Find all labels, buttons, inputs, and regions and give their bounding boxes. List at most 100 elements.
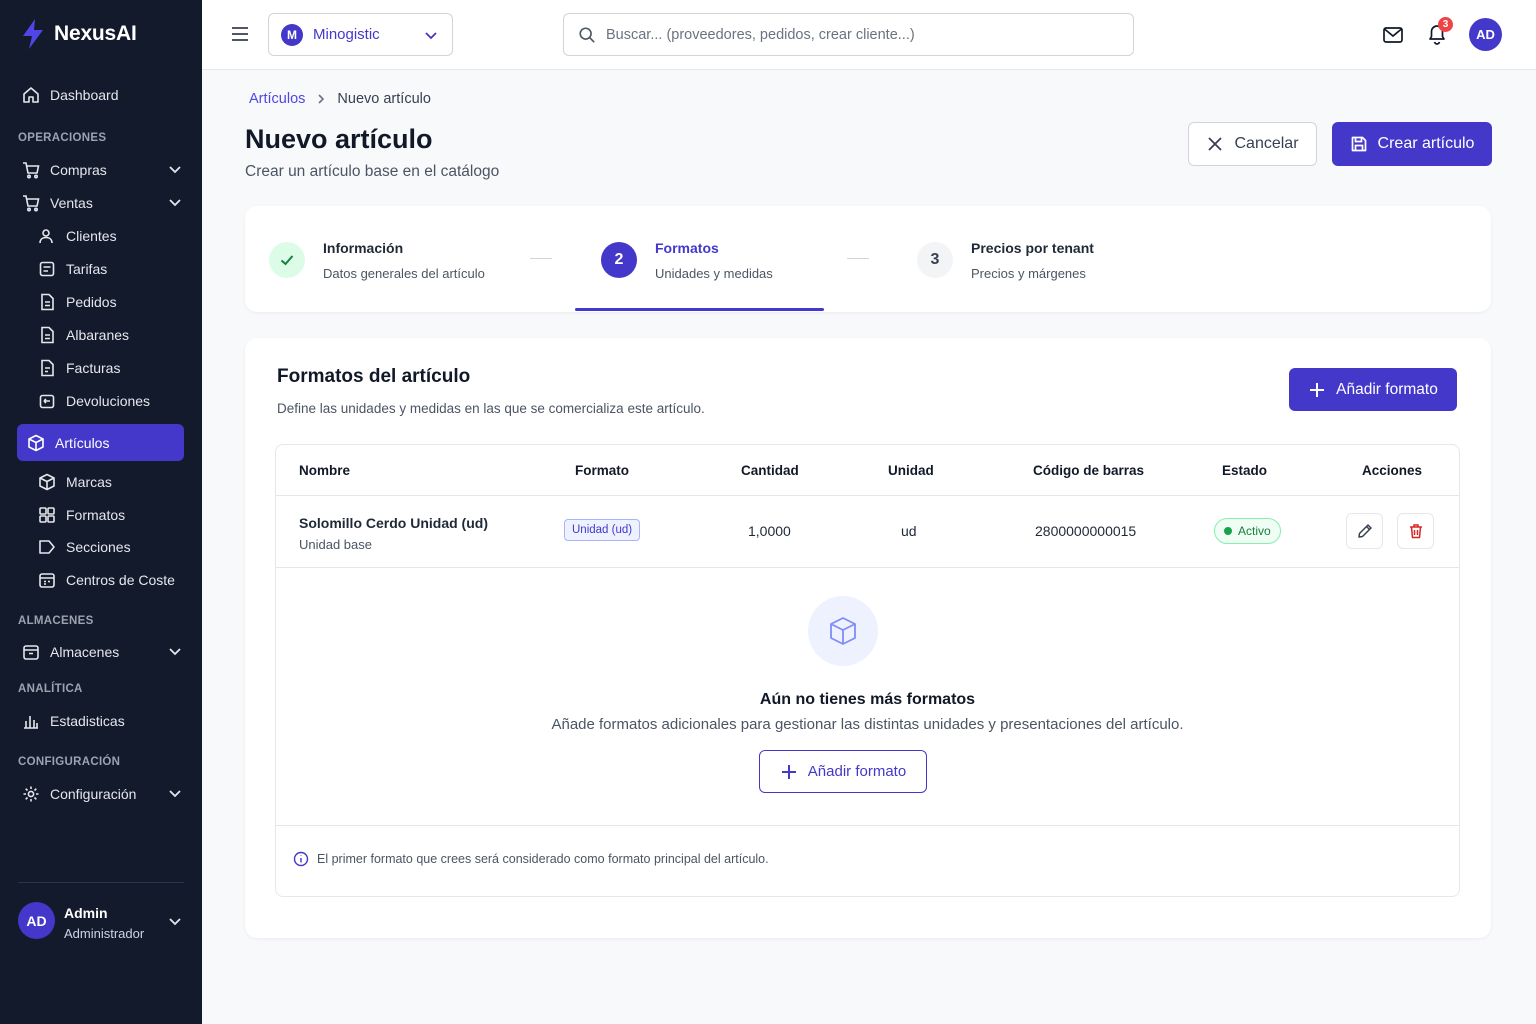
cart-icon xyxy=(22,161,40,179)
sidebar-item-albaranes[interactable]: Albaranes xyxy=(34,317,184,353)
calendar-icon xyxy=(38,571,56,589)
sidebar-item-facturas[interactable]: Facturas xyxy=(34,350,184,386)
column-header: Acciones xyxy=(1362,463,1423,478)
lightning-logo-icon xyxy=(20,18,46,50)
plus-icon xyxy=(780,763,798,781)
active-step-indicator xyxy=(575,308,824,311)
delete-button[interactable] xyxy=(1397,513,1434,549)
sidebar-item-dashboard[interactable]: Dashboard xyxy=(18,77,184,113)
sidebar-item-almacenes[interactable]: Almacenes xyxy=(18,634,184,670)
sidebar-item-label: Formatos xyxy=(66,507,126,523)
box-icon xyxy=(27,434,45,452)
add-format-button[interactable]: Añadir formato xyxy=(1289,368,1457,411)
chevron-right-icon xyxy=(315,90,327,108)
box-icon xyxy=(38,473,56,491)
grid-icon xyxy=(38,506,56,524)
step-number: 2 xyxy=(601,242,637,278)
search-input[interactable] xyxy=(606,26,1106,43)
sidebar-item-clientes[interactable]: Clientes xyxy=(34,218,184,254)
empty-state-title: Aún no tienes más formatos xyxy=(759,691,976,708)
invoice-icon xyxy=(38,359,56,377)
warehouse-icon xyxy=(22,643,40,661)
chevron-down-icon xyxy=(424,28,438,47)
mail-icon[interactable] xyxy=(1382,24,1404,51)
divider xyxy=(276,825,1459,826)
sidebar-item-tarifas[interactable]: Tarifas xyxy=(34,251,184,287)
sidebar-item-compras[interactable]: Compras xyxy=(18,152,184,188)
sidebar-item-label: Compras xyxy=(50,162,107,178)
format-barcode: 2800000000015 xyxy=(1035,523,1137,539)
user-menu[interactable]: AD Admin Administrador xyxy=(18,901,184,941)
sidebar-item-devoluciones[interactable]: Devoluciones xyxy=(34,383,184,419)
step-desc: Unidades y medidas xyxy=(655,265,773,281)
hamburger-menu-icon[interactable] xyxy=(230,24,250,49)
search-box xyxy=(563,13,1134,56)
step-title: Precios por tenant xyxy=(971,239,1094,256)
document-icon xyxy=(38,326,56,344)
cancel-button[interactable]: Cancelar xyxy=(1188,122,1317,166)
tenant-selector[interactable]: M Minogistic xyxy=(268,13,453,56)
price-list-icon xyxy=(38,260,56,278)
sidebar-item-secciones[interactable]: Secciones xyxy=(34,529,184,565)
section-almacenes: ALMACENES xyxy=(18,615,94,627)
section-title: Formatos del artículo xyxy=(277,366,471,387)
gear-icon xyxy=(22,785,40,803)
create-article-button[interactable]: Crear artículo xyxy=(1332,122,1492,166)
formats-card: Formatos del artículo Define las unidade… xyxy=(245,338,1491,938)
sidebar-item-label: Marcas xyxy=(66,474,112,490)
return-icon xyxy=(38,392,56,410)
avatar[interactable]: AD xyxy=(1469,18,1502,51)
page-subtitle: Crear un artículo base en el catálogo xyxy=(245,163,500,180)
sidebar-item-label: Configuración xyxy=(50,786,137,802)
sidebar-item-label: Almacenes xyxy=(50,644,120,660)
step-formatos[interactable]: 2 Formatos Unidades y medidas xyxy=(601,239,773,281)
step-number: 3 xyxy=(917,242,953,278)
sidebar-item-label: Devoluciones xyxy=(66,393,151,409)
sidebar-item-pedidos[interactable]: Pedidos xyxy=(34,284,184,320)
sidebar-item-label: Albaranes xyxy=(66,327,130,343)
chevron-down-icon xyxy=(168,644,182,661)
sidebar-item-estadisticas[interactable]: Estadisticas xyxy=(18,703,184,739)
home-icon xyxy=(22,86,40,104)
table-row[interactable]: Solomillo Cerdo Unidad (ud) Unidad base … xyxy=(276,496,1459,568)
status-label: Activo xyxy=(1238,524,1271,538)
cancel-button-label: Cancelar xyxy=(1234,135,1299,152)
sidebar-item-label: Clientes xyxy=(66,228,117,244)
bar-chart-icon xyxy=(22,712,40,730)
add-format-label: Añadir formato xyxy=(807,763,907,780)
sidebar-item-label: Dashboard xyxy=(50,87,119,103)
sidebar-item-label: Tarifas xyxy=(66,261,108,277)
table-header: Nombre Formato Cantidad Unidad Código de… xyxy=(276,445,1459,496)
breadcrumb: Artículos Nuevo artículo xyxy=(249,90,431,108)
box-icon xyxy=(808,596,878,666)
step-precios[interactable]: 3 Precios por tenant Precios y márgenes xyxy=(917,239,1094,281)
save-icon xyxy=(1350,135,1368,153)
sidebar-item-formatos[interactable]: Formatos xyxy=(34,497,184,533)
edit-button[interactable] xyxy=(1346,513,1383,549)
breadcrumb-current: Nuevo artículo xyxy=(337,91,431,107)
chevron-down-icon xyxy=(168,162,182,179)
section-analitica: ANALÍTICA xyxy=(18,683,83,695)
info-note: El primer formato que crees será conside… xyxy=(293,851,769,867)
step-informacion[interactable]: Información Datos generales del artículo xyxy=(269,240,485,281)
step-title: Formatos xyxy=(655,239,719,256)
sidebar-item-label: Pedidos xyxy=(66,294,117,310)
sidebar-item-configuracion[interactable]: Configuración xyxy=(18,776,184,812)
format-quantity: 1,0000 xyxy=(748,523,791,539)
sidebar-item-articulos[interactable]: Artículos xyxy=(17,424,184,461)
column-header: Cantidad xyxy=(741,463,799,478)
column-header: Unidad xyxy=(888,463,934,478)
brand[interactable]: NexusAI xyxy=(20,18,137,50)
sidebar-item-marcas[interactable]: Marcas xyxy=(34,464,184,500)
tenant-name: Minogistic xyxy=(313,26,380,43)
search-icon xyxy=(578,26,596,44)
breadcrumb-link-articulos[interactable]: Artículos xyxy=(249,91,305,107)
add-format-button-secondary[interactable]: Añadir formato xyxy=(759,750,927,793)
sidebar-item-ventas[interactable]: Ventas xyxy=(18,185,184,221)
formats-table: Nombre Formato Cantidad Unidad Código de… xyxy=(275,444,1460,897)
document-icon xyxy=(38,293,56,311)
stepper: Información Datos generales del artículo… xyxy=(245,206,1491,312)
format-name: Solomillo Cerdo Unidad (ud) xyxy=(299,515,488,531)
sidebar-item-centros-de-coste[interactable]: Centros de Coste xyxy=(34,562,184,598)
section-operaciones: OPERACIONES xyxy=(18,132,107,144)
